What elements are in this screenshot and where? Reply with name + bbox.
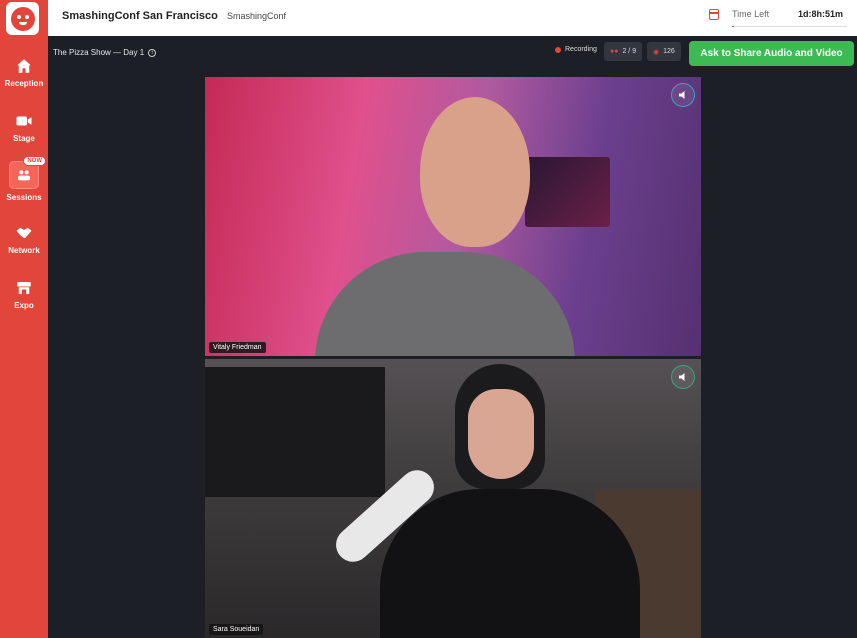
ask-to-share-button[interactable]: Ask to Share Audio and Video <box>689 41 854 66</box>
viewers-count-pill[interactable]: ◉ 126 <box>647 42 681 61</box>
speaker-volume-icon <box>679 373 685 381</box>
video-tile-speaker-1[interactable]: Vitaly Friedman <box>205 77 701 356</box>
event-title: SmashingConf San Francisco <box>62 10 218 22</box>
people-icon: ●● <box>610 48 619 55</box>
calendar-icon <box>709 9 719 20</box>
speaker-head <box>420 97 530 247</box>
video-tile-speaker-2[interactable]: Sara Soueidan <box>205 359 701 638</box>
sidebar: Reception Stage NOW Sessions Network Exp… <box>0 0 48 638</box>
organizer-name[interactable]: SmashingConf <box>227 11 286 21</box>
stage-title-text: The Pizza Show — Day 1 <box>53 48 145 57</box>
volume-toggle-button[interactable] <box>671 365 695 389</box>
sidebar-item-expo[interactable]: Expo <box>0 279 48 310</box>
handshake-icon <box>16 227 32 239</box>
speaker-volume-icon <box>679 91 685 99</box>
speaker-face <box>468 389 534 479</box>
speakers-count: 2 / 9 <box>622 48 637 55</box>
recording-label: Recording <box>565 46 597 53</box>
sessions-icon <box>18 170 30 181</box>
time-progress-bar <box>732 26 847 27</box>
participant-name-tag: Vitaly Friedman <box>209 342 266 353</box>
speakers-count-pill[interactable]: ●● 2 / 9 <box>604 42 643 61</box>
sidebar-item-label: Expo <box>14 301 34 310</box>
sessions-icon-box: NOW <box>9 156 46 189</box>
recording-indicator: Recording <box>555 46 597 53</box>
speaker-body <box>315 252 575 356</box>
sidebar-item-sessions[interactable]: NOW Sessions <box>0 156 48 202</box>
record-dot-icon <box>555 46 561 53</box>
sidebar-item-stage[interactable]: Stage <box>0 112 48 143</box>
sidebar-item-label: Sessions <box>6 193 42 202</box>
sidebar-item-network[interactable]: Network <box>0 224 48 255</box>
sidebar-item-reception[interactable]: Reception <box>0 57 48 88</box>
speaker-body <box>380 489 640 638</box>
sidebar-item-label: Network <box>8 246 40 255</box>
background-tv <box>205 367 385 497</box>
now-badge: NOW <box>23 156 46 166</box>
video-camera-icon <box>16 116 32 126</box>
booth-icon <box>17 282 31 294</box>
time-left-label: Time Left <box>732 9 770 19</box>
stage-title: The Pizza Show — Day 1 i <box>53 48 157 57</box>
wall-art <box>525 157 610 227</box>
top-bar: SmashingConf San Francisco SmashingConf … <box>48 0 857 36</box>
eye-icon: ◉ <box>653 48 660 56</box>
volume-toggle-button[interactable] <box>671 83 695 107</box>
time-left-value: 1d:8h:51m <box>798 9 844 19</box>
home-icon <box>17 59 31 73</box>
sidebar-item-label: Stage <box>13 134 35 143</box>
sidebar-item-label: Reception <box>4 79 44 88</box>
cat-logo-icon[interactable] <box>6 2 39 35</box>
participant-name-tag: Sara Soueidan <box>209 624 264 635</box>
viewers-count: 126 <box>663 48 675 55</box>
info-icon[interactable]: i <box>148 48 157 57</box>
